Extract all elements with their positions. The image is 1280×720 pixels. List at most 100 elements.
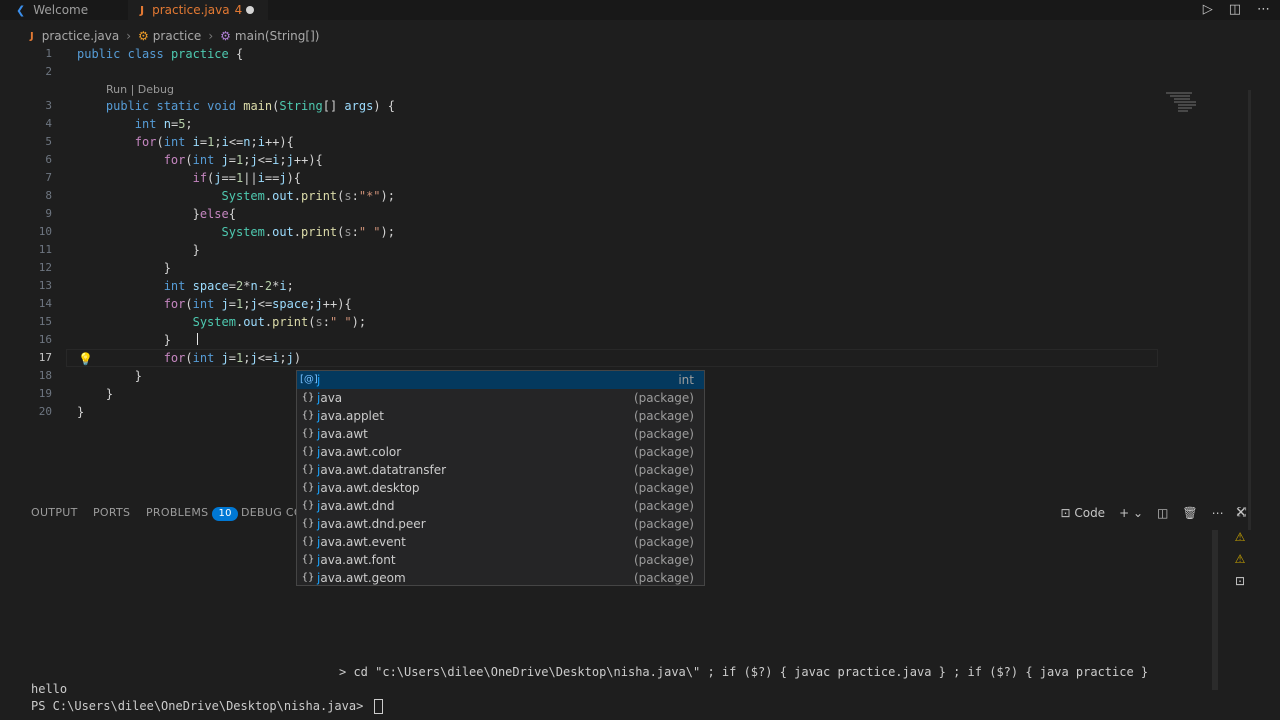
suggestion-label: java.awt.datatransfer	[317, 463, 447, 477]
code-text: }	[77, 369, 143, 383]
suggestion-item[interactable]: {} java.awt.color (package)	[297, 443, 704, 461]
code-text: if(j==1||i==j){	[192, 171, 302, 185]
suggestion-item[interactable]: {} java.awt.datatransfer (package)	[297, 461, 704, 479]
line-number: 10	[38, 225, 52, 238]
code-text: for(int i=1;i<=n;i++){	[134, 135, 294, 149]
suggestion-detail: (package)	[633, 571, 694, 585]
chevron-right-icon: ›	[126, 29, 132, 43]
tab-problem-count: 4	[234, 3, 243, 17]
suggestion-detail: (package)	[633, 463, 694, 477]
suggestion-item[interactable]: [@] j int	[297, 371, 704, 389]
line-number: 2	[45, 65, 52, 78]
suggestion-item[interactable]: {} java.awt.dnd (package)	[297, 497, 704, 515]
package-icon: {}	[301, 392, 315, 403]
code-text: }	[77, 387, 114, 401]
java-icon: J	[30, 30, 34, 42]
code-text: System.out.print(s:" ");	[221, 225, 395, 239]
warning-icon[interactable]: ⚠	[1232, 552, 1248, 566]
suggestion-label: java.awt	[317, 427, 368, 441]
tab-welcome[interactable]: ❮ Welcome	[0, 0, 128, 20]
line-number: 11	[38, 243, 52, 256]
package-icon: {}	[301, 536, 315, 547]
suggestion-item[interactable]: {} java.awt.geom (package)	[297, 569, 704, 587]
suggestion-item[interactable]: {} java (package)	[297, 389, 704, 407]
package-icon: {}	[301, 482, 315, 493]
line-number: 13	[38, 279, 52, 292]
terminal-icon: ⊡	[1060, 505, 1071, 520]
codelens-run-debug[interactable]: Run | Debug	[106, 83, 174, 96]
line-number: 5	[45, 135, 52, 148]
code-text: }	[77, 405, 85, 419]
more-actions-icon[interactable]: ⋯	[1212, 506, 1224, 520]
suggestion-label: java.applet	[317, 409, 384, 423]
close-icon[interactable]: ✕	[1235, 505, 1247, 521]
terminal-prompt: PS C:\Users\dilee\OneDrive\Desktop\nisha…	[31, 699, 371, 713]
terminal-icon[interactable]: ⊡	[1232, 574, 1248, 588]
suggestion-detail: (package)	[633, 481, 694, 495]
line-number: 8	[45, 189, 52, 202]
line-number: 19	[38, 387, 52, 400]
warning-icon[interactable]: ⚠	[1232, 530, 1248, 544]
trash-icon[interactable]: 🗑	[1182, 506, 1197, 520]
code-text: for(int j=1;j<=i;j++){	[163, 153, 323, 167]
suggestion-label: j	[317, 373, 321, 387]
code-text: public class practice {	[77, 47, 244, 61]
line-number: 14	[38, 297, 52, 310]
line-number: 9	[45, 207, 52, 220]
terminal-command: > cd "c:\Users\dilee\OneDrive\Desktop\ni…	[339, 665, 1149, 679]
minimap[interactable]	[1166, 92, 1200, 122]
suggestion-item[interactable]: {} java.awt.dnd.peer (package)	[297, 515, 704, 533]
breadcrumb-file[interactable]: practice.java	[42, 29, 119, 43]
terminal-list: ⚠ ⚠ ⊡	[1232, 530, 1248, 588]
unsaved-dot-icon[interactable]	[246, 6, 254, 14]
suggestion-label: java.awt.dnd.peer	[317, 517, 426, 531]
suggestion-item[interactable]: {} java.awt.font (package)	[297, 551, 704, 569]
suggestion-detail: (package)	[633, 445, 694, 459]
autocomplete-suggestions[interactable]: [@] j int{} java (package){} java.applet (pack…	[296, 370, 705, 586]
suggestion-detail: (package)	[633, 427, 694, 441]
suggestion-item[interactable]: {} java.awt.event (package)	[297, 533, 704, 551]
tab-output[interactable]: OUTPUT	[31, 503, 78, 523]
split-terminal-icon[interactable]: ◫	[1157, 506, 1168, 520]
suggestion-detail: (package)	[633, 553, 694, 567]
suggestion-detail: (package)	[633, 391, 694, 405]
problems-badge: 10	[212, 507, 238, 521]
line-number: 20	[38, 405, 52, 418]
suggestion-label: java.awt.desktop	[317, 481, 420, 495]
run-icon[interactable]: ▷	[1203, 2, 1213, 17]
tab-problems[interactable]: PROBLEMS 10	[146, 503, 238, 523]
code-text: int space=2*n-2*i;	[163, 279, 294, 293]
line-number: 3	[45, 99, 52, 112]
tab-ports[interactable]: PORTS	[93, 503, 130, 523]
new-terminal-icon[interactable]: + ⌄	[1119, 506, 1143, 520]
terminal-cursor	[373, 699, 383, 714]
terminal-profile[interactable]: ⊡ Code	[1060, 506, 1105, 520]
package-icon: {}	[301, 464, 315, 475]
breadcrumb-class[interactable]: practice	[153, 29, 202, 43]
suggestion-label: java.awt.font	[317, 553, 396, 567]
package-icon: {}	[301, 572, 315, 583]
suggestion-item[interactable]: {} java.applet (package)	[297, 407, 704, 425]
tab-practice-label: practice.java	[152, 3, 230, 17]
code-text: }	[77, 243, 200, 257]
editor-scrollbar[interactable]	[1248, 90, 1251, 530]
code-text: System.out.print(s:" ");	[192, 315, 367, 329]
tab-practice-java[interactable]: J practice.java 4	[128, 0, 268, 20]
code-text: }	[77, 261, 171, 275]
terminal-scrollbar[interactable]	[1212, 530, 1218, 690]
line-number: 1	[45, 47, 52, 60]
split-editor-icon[interactable]: ◫	[1229, 2, 1241, 17]
line-number: 16	[38, 333, 52, 346]
suggestion-item[interactable]: {} java.awt (package)	[297, 425, 704, 443]
line-number: 7	[45, 171, 52, 184]
suggestion-label: java.awt.geom	[317, 571, 406, 585]
breadcrumb: J practice.java › ⚙ practice › ⚙ main(St…	[30, 28, 319, 44]
package-icon: {}	[301, 500, 315, 511]
more-actions-icon[interactable]: ⋯	[1257, 2, 1270, 17]
suggestion-label: java.awt.event	[317, 535, 406, 549]
suggestion-item[interactable]: {} java.awt.desktop (package)	[297, 479, 704, 497]
suggestion-detail: (package)	[633, 499, 694, 513]
mouse-cursor-icon	[197, 333, 198, 345]
breadcrumb-method[interactable]: main(String[])	[235, 29, 320, 43]
terminal-profile-label: Code	[1074, 505, 1106, 520]
